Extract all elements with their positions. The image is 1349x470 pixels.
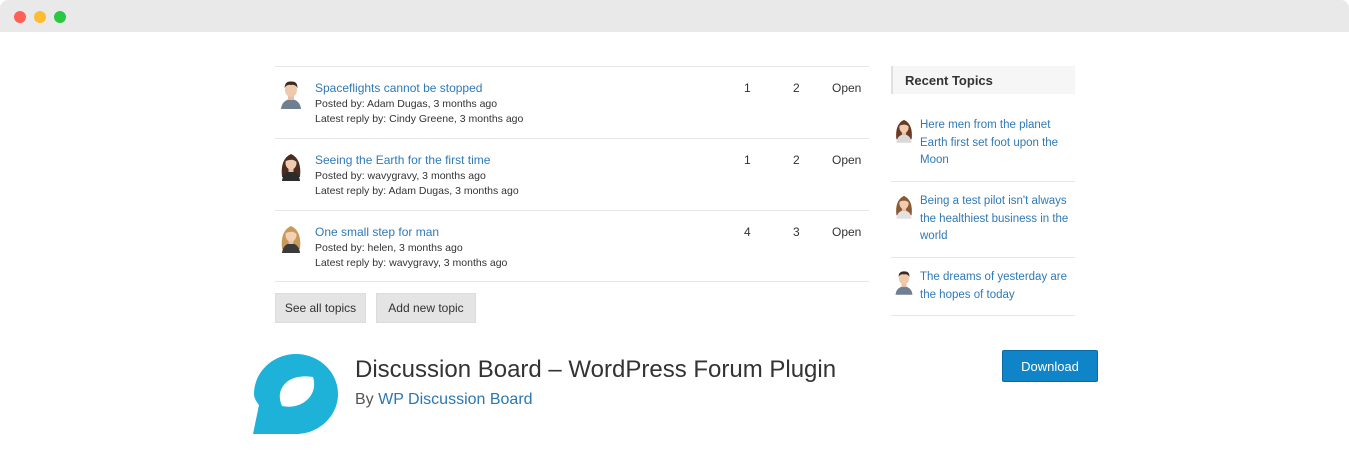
topic-status: Open [832, 81, 862, 95]
recent-topics-header: Recent Topics [891, 66, 1075, 94]
topics-table: Spaceflights cannot be stopped Posted by… [275, 66, 869, 282]
topic-latest-reply: Latest reply by: Cindy Greene, 3 months … [315, 113, 524, 125]
recent-topic-link[interactable]: The dreams of yesterday are the hopes of… [920, 269, 1070, 304]
topic-voices-count: 4 [744, 225, 751, 239]
topic-latest-reply: Latest reply by: Adam Dugas, 3 months ag… [315, 185, 519, 197]
plugin-by-prefix: By [355, 391, 374, 408]
download-button[interactable]: Download [1002, 350, 1098, 382]
list-item: The dreams of yesterday are the hopes of… [891, 269, 1075, 316]
topic-posts-count: 2 [793, 81, 800, 95]
topic-posted-by: Posted by: helen, 3 months ago [315, 242, 463, 254]
add-new-topic-button[interactable]: Add new topic [376, 293, 476, 323]
topic-posts-count: 2 [793, 153, 800, 167]
table-row: Spaceflights cannot be stopped Posted by… [275, 66, 869, 138]
table-row: One small step for man Posted by: helen,… [275, 210, 869, 282]
topic-latest-reply: Latest reply by: wavygravy, 3 months ago [315, 257, 508, 269]
topic-title-link[interactable]: One small step for man [315, 225, 439, 239]
topic-voices-count: 1 [744, 153, 751, 167]
topic-voices-count: 1 [744, 81, 751, 95]
female-avatar-icon [896, 195, 912, 219]
recent-topic-link[interactable]: Being a test pilot isn't always the heal… [920, 193, 1070, 246]
topic-title-link[interactable]: Spaceflights cannot be stopped [315, 81, 482, 95]
recent-topics-heading: Recent Topics [905, 73, 993, 88]
discussion-board-logo-icon [253, 354, 338, 434]
topic-posted-by: Posted by: wavygravy, 3 months ago [315, 170, 486, 182]
table-row: Seeing the Earth for the first time Post… [275, 138, 869, 210]
female-avatar-blonde-icon [281, 226, 301, 253]
topic-posts-count: 3 [793, 225, 800, 239]
close-window-button[interactable] [14, 11, 26, 23]
plugin-author-link[interactable]: WP Discussion Board [378, 391, 532, 408]
topic-status: Open [832, 153, 862, 167]
plugin-title: Discussion Board – WordPress Forum Plugi… [355, 356, 837, 383]
topic-status: Open [832, 225, 862, 239]
maximize-window-button[interactable] [54, 11, 66, 23]
window-titlebar [0, 0, 1349, 32]
male-avatar-icon [281, 81, 301, 109]
list-item: Here men from the planet Earth first set… [891, 117, 1075, 182]
see-all-topics-button[interactable]: See all topics [275, 293, 366, 323]
recent-topics-widget: Recent Topics Here men from the planet E… [891, 66, 1075, 328]
male-avatar-icon [895, 271, 913, 295]
recent-topic-link[interactable]: Here men from the planet Earth first set… [920, 117, 1070, 170]
list-item: Being a test pilot isn't always the heal… [891, 193, 1075, 258]
female-avatar-icon [896, 119, 912, 143]
topic-title-link[interactable]: Seeing the Earth for the first time [315, 153, 490, 167]
plugin-byline: By WP Discussion Board [355, 391, 533, 409]
topic-posted-by: Posted by: Adam Dugas, 3 months ago [315, 98, 498, 110]
minimize-window-button[interactable] [34, 11, 46, 23]
female-avatar-icon [281, 154, 301, 181]
